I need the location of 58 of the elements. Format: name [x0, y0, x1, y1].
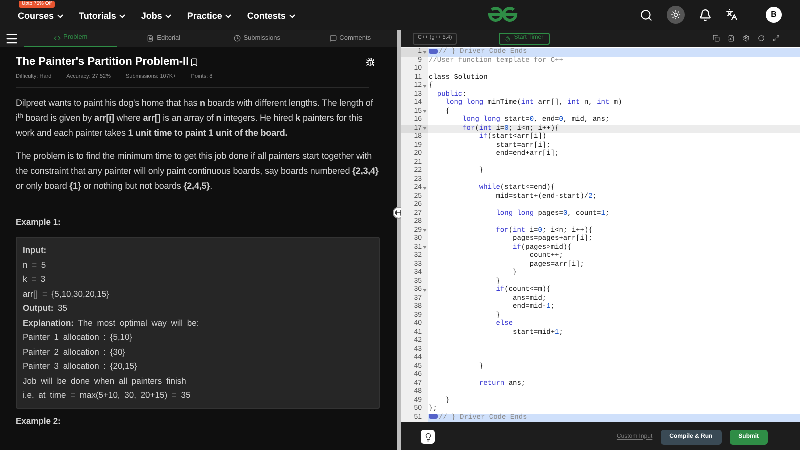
nav-menu[interactable]: Jobs — [141, 10, 174, 24]
bookmark-icon[interactable] — [190, 58, 200, 66]
example-line: Job will be done when all painters finish — [23, 374, 188, 388]
chevron-down-icon — [56, 12, 66, 21]
problem-description: Dilpreet wants to paint his dog's home that has n boards with different lengths. The length of i$^{th}$ board is given by arr[i] where arr[] is an array of n integers. He hired k painters for this work and each painter takes 1 unit time to paint 1 unit of the board. — [16, 97, 374, 140]
notification-bell-icon[interactable] — [699, 8, 712, 22]
reset-icon[interactable] — [758, 35, 765, 42]
fold-widget-icon[interactable] — [429, 414, 438, 420]
fold-arrow-icon[interactable] — [422, 110, 426, 114]
nav-menu[interactable]: Practice — [187, 10, 234, 24]
nav-menu[interactable]: Contests — [247, 10, 297, 24]
sun-icon — [671, 10, 681, 20]
example-line: Input: — [23, 244, 48, 257]
example-line: arr[] = {5,10,30,20,15} — [23, 288, 110, 301]
code-icon — [54, 34, 61, 42]
example-line: Output: 35 — [23, 302, 69, 315]
bug-icon[interactable] — [366, 58, 375, 66]
example-line: Painter 3 allocation : {20,15} — [23, 360, 138, 373]
translate-icon[interactable] — [726, 9, 738, 21]
fullscreen-icon[interactable] — [773, 35, 780, 42]
fold-arrow-icon[interactable] — [422, 186, 426, 190]
problem-title: The Painter's Partition Problem-II — [16, 54, 190, 70]
example-line: k = 3 — [23, 273, 47, 286]
problem-description: The problem is to find the minimum time to get this job done if all painters start together with the constraint that any painter will only paint continuous boards, say boards numbered {2,3,4} or only board {1} or nothing but not boards {2,4,5}. — [16, 150, 379, 194]
fold-widget-icon[interactable] — [429, 48, 438, 54]
settings-icon[interactable] — [743, 35, 750, 42]
fold-arrow-icon[interactable] — [422, 50, 426, 54]
fold-arrow-icon[interactable] — [422, 288, 426, 292]
fold-arrow-icon[interactable] — [422, 246, 426, 250]
example-line: i.e. at time = max(5+10, 30, 20+15) = 35 — [23, 389, 192, 402]
search-icon[interactable] — [640, 8, 653, 22]
nav-menu[interactable]: Courses — [18, 10, 66, 24]
example-line: n = 5 — [23, 258, 48, 272]
example-line: Painter 1 allocation : {5,10} — [23, 331, 134, 344]
theme-toggle[interactable] — [421, 430, 435, 444]
fold-arrow-icon[interactable] — [422, 127, 426, 130]
timer-icon — [505, 36, 512, 42]
fold-arrow-icon[interactable] — [422, 84, 426, 88]
chevron-down-icon — [224, 12, 234, 21]
logo-icon[interactable] — [487, 6, 520, 24]
document-icon — [147, 35, 154, 42]
lightbulb-icon — [424, 432, 432, 442]
chevron-down-icon — [288, 12, 297, 21]
example-line: Painter 2 allocation : {30} — [23, 346, 127, 359]
example-line: Explanation: The most optimal way will be: — [23, 316, 200, 330]
file-icon[interactable] — [728, 35, 735, 42]
clock-icon — [234, 35, 241, 42]
theme-toggle[interactable] — [667, 6, 685, 24]
chevron-down-icon — [118, 12, 128, 21]
chevron-down-icon — [164, 12, 174, 21]
copy-icon[interactable] — [713, 35, 720, 42]
comment-icon — [330, 35, 337, 42]
menu-icon[interactable] — [5, 32, 19, 46]
user-avatar[interactable]: B — [766, 7, 782, 23]
example-heading: Example 2: — [16, 414, 62, 428]
example-heading: Example 1: — [16, 216, 62, 229]
fold-arrow-icon[interactable] — [422, 229, 426, 232]
nav-menu[interactable]: Tutorials — [79, 10, 128, 24]
